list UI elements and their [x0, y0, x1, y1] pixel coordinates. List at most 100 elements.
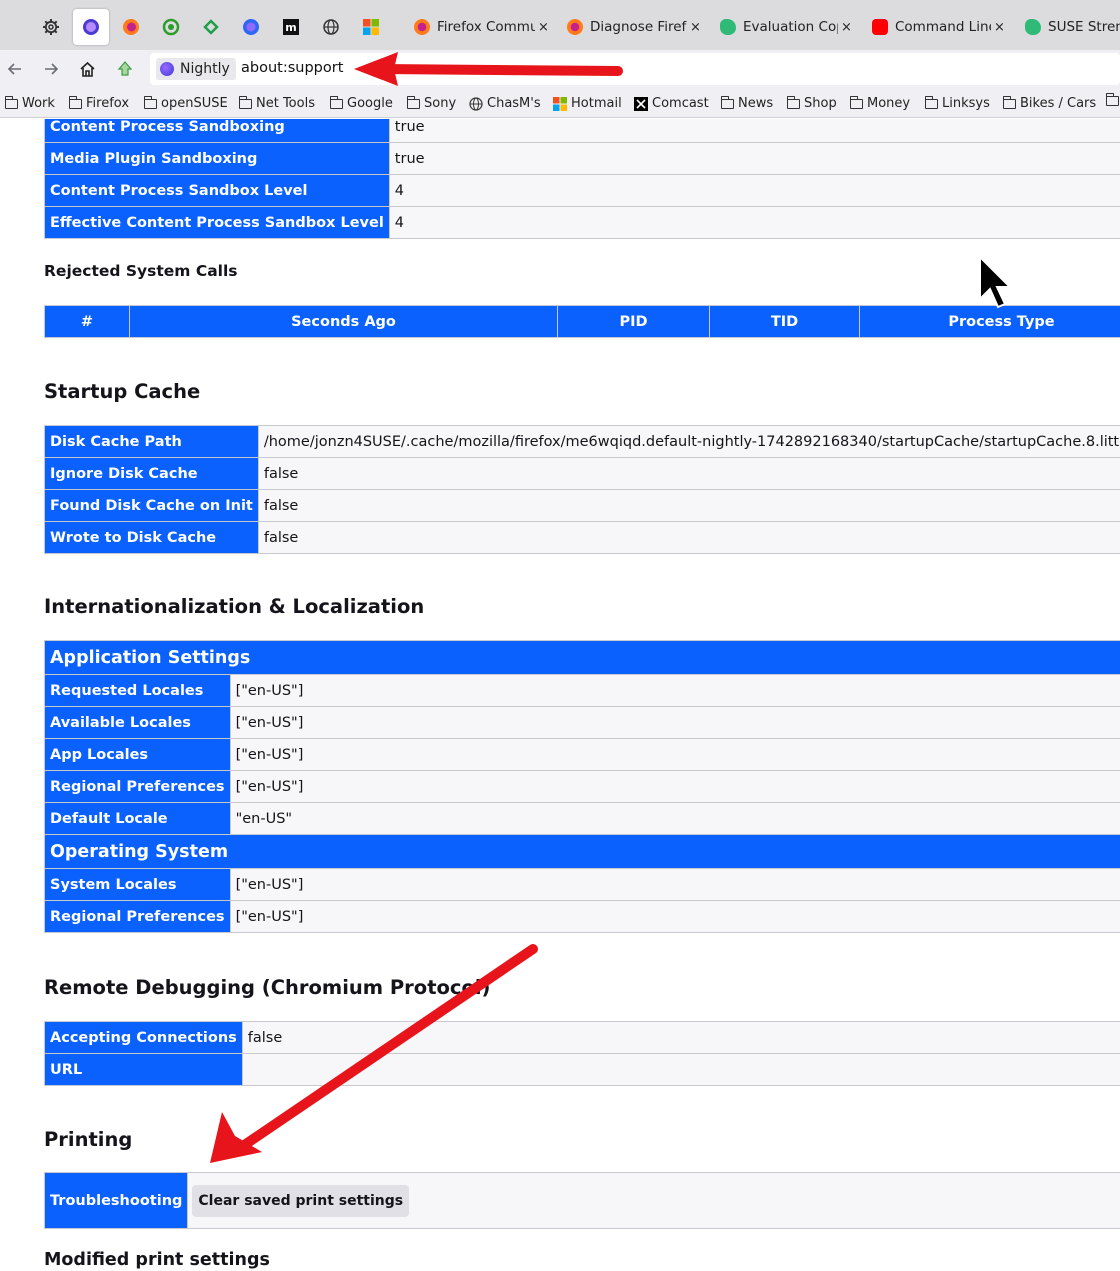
- identity-box[interactable]: Nightly: [156, 58, 236, 80]
- bookmark-label: Google: [347, 96, 393, 111]
- row-key: Troubleshooting: [43, 1172, 189, 1229]
- bookmark-label: Bikes / Cars: [1020, 96, 1097, 111]
- table-row: Effective Content Process Sandbox Level 4: [44, 206, 1120, 239]
- table-row: Default Locale "en-US": [44, 802, 1120, 835]
- tab-diagnose-firefox[interactable]: Diagnose Firefo ×: [567, 10, 707, 44]
- mouse-cursor-icon: [979, 255, 1012, 309]
- bookmark-hotmail[interactable]: Hotmail: [553, 96, 622, 111]
- close-tab-icon[interactable]: ×: [690, 20, 701, 35]
- row-key: Disk Cache Path: [44, 425, 259, 458]
- row-value: ["en-US"]: [229, 770, 1120, 803]
- bookmark-overflow-folder[interactable]: [1106, 93, 1120, 106]
- row-key: System Locales: [44, 868, 231, 901]
- tab-title: Firefox Commu: [437, 19, 535, 35]
- pinned-tab-m-icon[interactable]: m: [273, 9, 309, 45]
- remote-debugging-table: Accepting Connections false URL: [44, 1021, 1120, 1086]
- row-key: Media Plugin Sandboxing: [44, 142, 390, 175]
- pinned-tab-firefox-icon[interactable]: [113, 9, 149, 45]
- forward-arrow-icon[interactable]: [40, 58, 62, 80]
- bookmark-bikes-cars[interactable]: Bikes / Cars: [1003, 95, 1097, 111]
- row-key: Default Locale: [44, 802, 231, 835]
- table-row: Found Disk Cache on Init false: [44, 489, 1120, 522]
- table-row: Ignore Disk Cache false: [44, 457, 1120, 490]
- row-value: 4: [388, 206, 1120, 239]
- about-support-page: Content Process Sandboxing true Media Plu…: [0, 119, 1120, 1271]
- tab-strip: m Firefox Commu × Diagnose Firefo × Eval…: [0, 0, 1120, 50]
- bookmark-label: Hotmail: [571, 96, 622, 111]
- bookmarks-toolbar: Work Firefox openSUSE Net Tools Google S…: [0, 88, 1120, 118]
- column-header[interactable]: #: [44, 305, 130, 338]
- close-tab-icon[interactable]: ×: [538, 20, 549, 35]
- group-header: Application Settings: [44, 640, 1120, 675]
- bookmark-work[interactable]: Work: [5, 95, 55, 111]
- tab-title: SUSE Streng: [1048, 19, 1120, 35]
- row-value: false: [241, 1021, 1120, 1054]
- folder-icon: [925, 95, 938, 109]
- row-value: "en-US": [229, 802, 1120, 835]
- table-header-row: # Seconds Ago PID TID Process Type: [44, 305, 1120, 338]
- pinned-tab-green-arrows-icon[interactable]: [193, 9, 229, 45]
- close-tab-icon[interactable]: ×: [994, 20, 1005, 35]
- url-text[interactable]: about:support: [241, 60, 343, 76]
- row-key: Wrote to Disk Cache: [44, 521, 259, 554]
- clear-print-settings-button[interactable]: Clear saved print settings: [192, 1184, 410, 1217]
- bookmark-chasms[interactable]: ChasM's: [469, 96, 541, 111]
- row-value: /home/jonzn4SUSE/.cache/mozilla/firefox/…: [257, 425, 1120, 458]
- row-value: ["en-US"]: [229, 706, 1120, 739]
- tab-title: Evaluation Cop: [743, 19, 838, 35]
- tab-evaluation-copy[interactable]: Evaluation Cop ×: [720, 10, 860, 44]
- bookmark-sony[interactable]: Sony: [407, 95, 456, 111]
- row-value: false: [257, 521, 1120, 554]
- table-row: Troubleshooting Clear saved print settin…: [43, 1172, 1120, 1229]
- nightly-logo-icon: [160, 62, 174, 76]
- extension-recycle-icon[interactable]: [114, 58, 136, 80]
- tab-command-line[interactable]: Command Line ×: [872, 10, 1012, 44]
- folder-icon: [1106, 93, 1119, 106]
- home-icon[interactable]: [76, 58, 98, 80]
- folder-icon: [787, 95, 800, 109]
- bookmark-linksys[interactable]: Linksys: [925, 95, 990, 111]
- row-value: false: [257, 489, 1120, 522]
- chameleon-icon: [1025, 19, 1041, 35]
- url-bar[interactable]: Nightly about:support: [150, 53, 1120, 85]
- startup-cache-heading: Startup Cache: [44, 380, 201, 403]
- bookmark-google[interactable]: Google: [330, 95, 393, 111]
- column-header[interactable]: PID: [557, 305, 710, 338]
- group-header-row: Operating System: [44, 834, 1120, 869]
- close-tab-icon[interactable]: ×: [841, 20, 852, 35]
- back-arrow-icon[interactable]: [4, 58, 26, 80]
- bookmark-label: ChasM's: [487, 96, 541, 111]
- row-key: Requested Locales: [44, 674, 231, 707]
- bookmark-money[interactable]: Money: [850, 95, 910, 111]
- row-value: Clear saved print settings: [187, 1172, 1120, 1229]
- bookmark-net-tools[interactable]: Net Tools: [239, 95, 315, 111]
- pinned-tab-microsoft-icon[interactable]: [353, 9, 389, 45]
- svg-text:m: m: [285, 21, 296, 34]
- folder-icon: [239, 95, 252, 109]
- pinned-tab-globe-icon[interactable]: [313, 9, 349, 45]
- bookmark-shop[interactable]: Shop: [787, 95, 837, 111]
- microsoft-icon: [553, 96, 567, 111]
- pinned-tab-firefox-blue-icon[interactable]: [233, 9, 269, 45]
- table-row: Requested Locales ["en-US"]: [44, 674, 1120, 707]
- settings-gear-icon[interactable]: [33, 9, 69, 45]
- bookmark-opensuse[interactable]: openSUSE: [144, 95, 228, 111]
- pinned-tab-nightly-icon[interactable]: [73, 9, 109, 45]
- table-row: URL: [44, 1053, 1120, 1086]
- column-header[interactable]: Seconds Ago: [129, 305, 558, 338]
- rejected-syscalls-heading: Rejected System Calls: [44, 262, 238, 280]
- bookmark-news[interactable]: News: [721, 95, 773, 111]
- bookmark-firefox[interactable]: Firefox: [69, 95, 129, 111]
- sandbox-table: Content Process Sandboxing true Media Plu…: [44, 119, 1120, 239]
- bookmark-label: Shop: [804, 96, 837, 111]
- column-header[interactable]: TID: [709, 305, 860, 338]
- tab-firefox-community[interactable]: Firefox Commu ×: [414, 10, 554, 44]
- row-key: URL: [44, 1053, 243, 1086]
- globe-icon: [469, 96, 483, 111]
- pinned-tab-green-swirl-icon[interactable]: [153, 9, 189, 45]
- table-row: Content Process Sandbox Level 4: [44, 174, 1120, 207]
- bookmark-comcast[interactable]: Comcast: [634, 96, 709, 111]
- bookmark-label: openSUSE: [161, 96, 228, 111]
- tab-suse-strengths[interactable]: SUSE Streng: [1025, 10, 1120, 44]
- folder-icon: [5, 95, 18, 109]
